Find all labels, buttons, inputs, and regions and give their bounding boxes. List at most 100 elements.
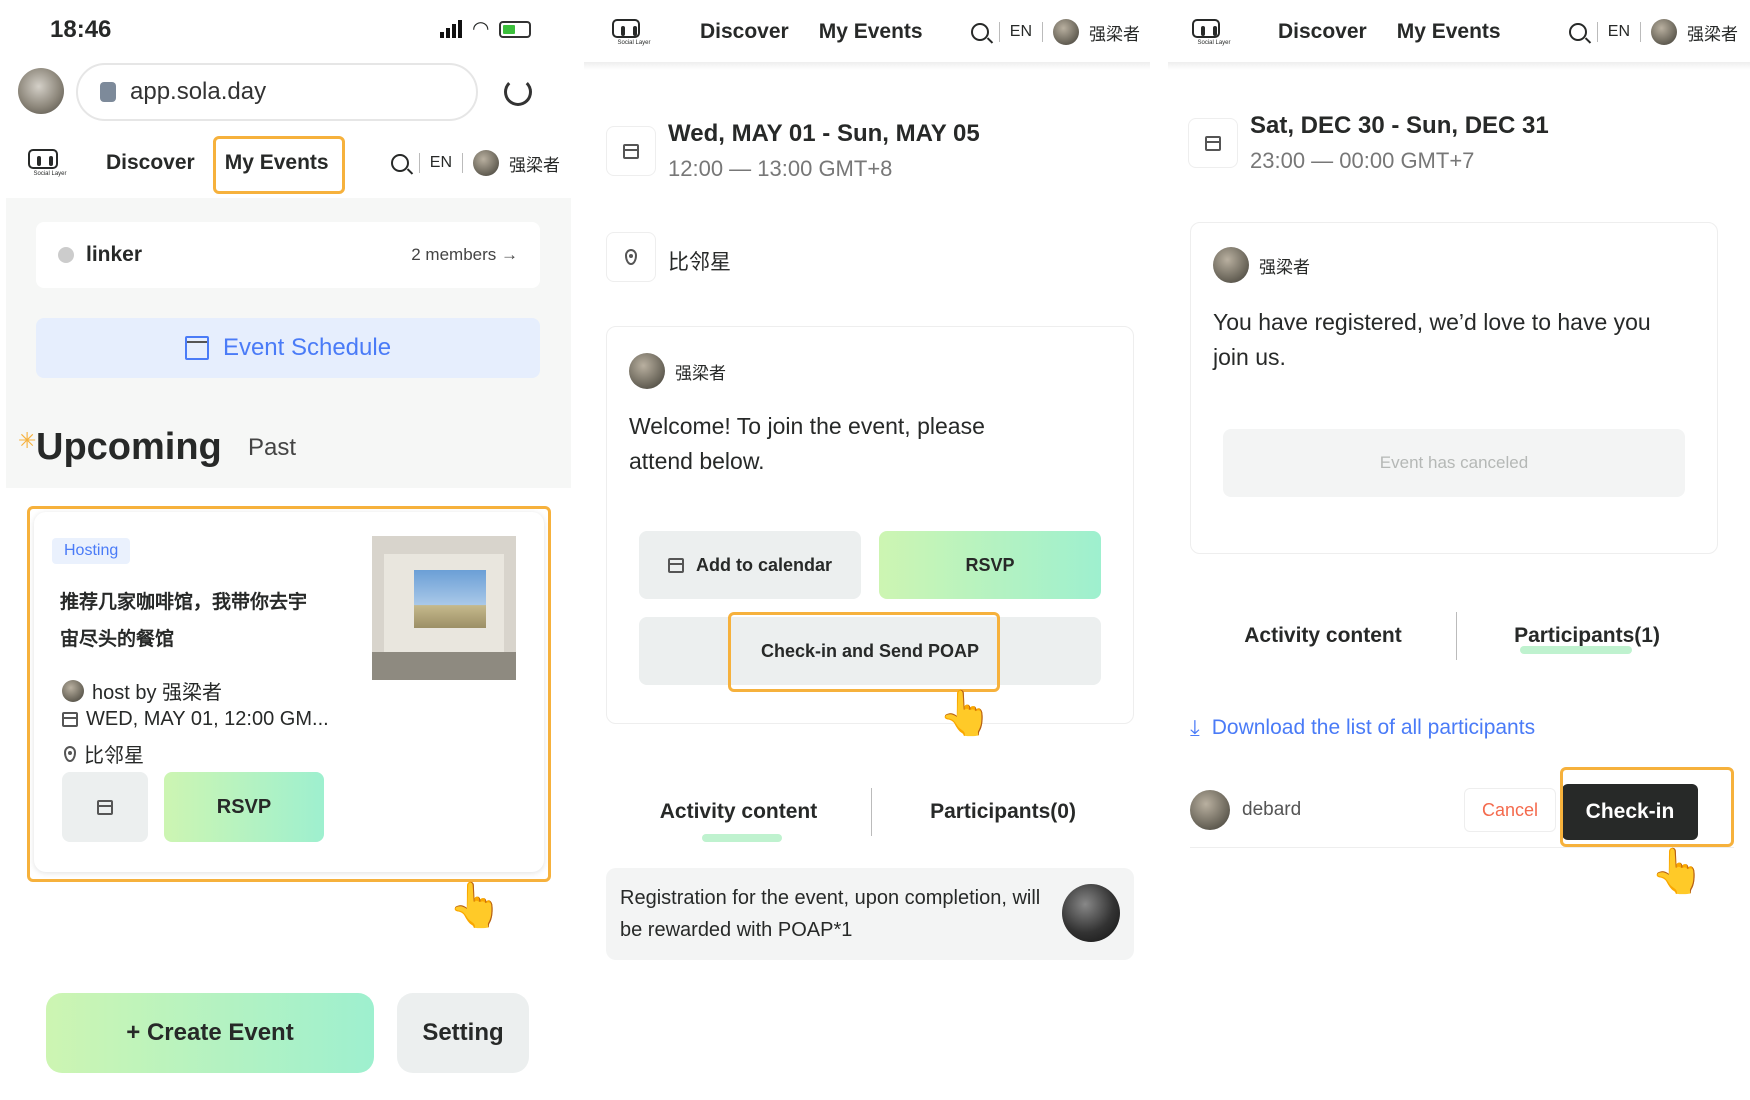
- calendar-icon: [667, 557, 684, 573]
- rsvp-button[interactable]: RSVP: [879, 531, 1101, 599]
- tab-underline: [702, 834, 782, 842]
- nav-discover[interactable]: Discover: [700, 20, 789, 44]
- lang-switch[interactable]: EN: [1608, 23, 1630, 41]
- welcome-text: Welcome! To join the event, please atten…: [629, 413, 985, 474]
- user-avatar[interactable]: [1651, 19, 1677, 45]
- tab-upcoming[interactable]: Upcoming: [36, 426, 222, 469]
- signal-icon: [440, 20, 462, 38]
- app-header: Social Layer Discover My Events EN 强梁者: [1168, 8, 1750, 56]
- nav-my-events[interactable]: My Events: [819, 20, 923, 44]
- registered-message: You have registered, we’d love to have y…: [1213, 309, 1651, 370]
- event-time-range: 12:00 — 13:00 GMT+8: [668, 156, 893, 181]
- nav-discover[interactable]: Discover: [1278, 20, 1367, 44]
- schedule-icon: [184, 336, 209, 360]
- app-logo[interactable]: Social Layer: [1192, 18, 1236, 46]
- user-name[interactable]: 强梁者: [1687, 20, 1738, 45]
- tab-activity-content[interactable]: Activity content: [606, 800, 871, 824]
- highlight-checkin-button: [728, 612, 1000, 692]
- highlight-event-card: [27, 506, 551, 882]
- host-avatar: [629, 353, 665, 389]
- user-name[interactable]: 强梁者: [1089, 20, 1140, 45]
- user-name[interactable]: 强梁者: [509, 151, 560, 176]
- lang-switch[interactable]: EN: [430, 154, 452, 172]
- search-icon[interactable]: [970, 23, 989, 41]
- site-info-icon[interactable]: [100, 82, 116, 102]
- wifi-icon: ◠: [472, 18, 490, 40]
- logo-icon: [28, 149, 58, 169]
- poap-notice-text: Registration for the event, upon complet…: [620, 887, 1041, 941]
- download-participants-link[interactable]: ⤓ Download the list of all participants: [1190, 716, 1535, 740]
- divider: [1640, 22, 1641, 42]
- browser-avatar[interactable]: [18, 68, 64, 114]
- tab-participants[interactable]: Participants(1): [1457, 624, 1717, 648]
- user-avatar[interactable]: [1053, 19, 1079, 45]
- highlight-checkin: [1560, 767, 1734, 847]
- logo-caption: Social Layer: [617, 39, 651, 46]
- mobile-screen-left: 18:46 ◠ app.sola.day Social Layer Discov…: [0, 0, 578, 1100]
- group-card[interactable]: linker 2 members →: [36, 222, 540, 288]
- date-box: [1188, 118, 1238, 168]
- search-icon[interactable]: [1568, 23, 1587, 41]
- header-divider: [1168, 62, 1750, 70]
- create-event-button[interactable]: + Create Event: [46, 993, 374, 1073]
- calendar-icon: [623, 143, 639, 159]
- logo-icon: [1192, 18, 1220, 38]
- add-to-calendar-button[interactable]: Add to calendar: [639, 531, 861, 599]
- group-members-link[interactable]: 2 members →: [411, 245, 518, 265]
- event-schedule-label: Event Schedule: [222, 334, 392, 361]
- logo-icon: [612, 18, 640, 38]
- host-row: 强梁者: [629, 353, 726, 389]
- poap-badge-image: [1062, 884, 1120, 942]
- location-box: [606, 232, 656, 282]
- pointer-hand-icon: 👆: [1650, 847, 1705, 896]
- detail-tabs: Activity content Participants(1): [1190, 608, 1718, 664]
- nav-my-events[interactable]: My Events: [1397, 20, 1501, 44]
- sparkle-icon: ✳: [18, 428, 37, 453]
- add-calendar-label: Add to calendar: [695, 554, 833, 575]
- detail-tabs: Activity content Participants(0): [606, 784, 1134, 840]
- mobile-screen-middle: Social Layer Discover My Events EN 强梁者 W…: [584, 0, 1150, 967]
- setting-button[interactable]: Setting: [397, 993, 529, 1073]
- download-label: Download the list of all participants: [1211, 716, 1536, 739]
- host-name: 强梁者: [675, 363, 726, 383]
- date-box: [606, 126, 656, 176]
- divider: [1042, 22, 1043, 42]
- user-avatar[interactable]: [473, 150, 499, 176]
- url-text: app.sola.day: [130, 78, 267, 105]
- group-avatar: [58, 247, 74, 263]
- app-header: Social Layer Discover My Events EN 强梁者: [584, 8, 1150, 56]
- calendar-icon: [1205, 135, 1221, 151]
- host-row: 强梁者: [1213, 247, 1310, 283]
- mobile-screen-right: Social Layer Discover My Events EN 强梁者 S…: [1168, 0, 1750, 967]
- nav-discover[interactable]: Discover: [106, 151, 195, 175]
- event-time-range: 23:00 — 00:00 GMT+7: [1250, 148, 1475, 173]
- download-icon: ⤓: [1190, 715, 1200, 740]
- pointer-hand-icon: 👆: [448, 881, 503, 930]
- event-date-range: Wed, MAY 01 - Sun, MAY 05: [668, 120, 980, 147]
- pointer-hand-icon: 👆: [938, 689, 993, 738]
- search-icon[interactable]: [390, 154, 409, 172]
- lang-switch[interactable]: EN: [1010, 23, 1032, 41]
- event-canceled-button: Event has canceled: [1223, 429, 1685, 497]
- reload-icon[interactable]: [504, 78, 532, 106]
- tab-past[interactable]: Past: [248, 434, 296, 462]
- highlight-my-events: [213, 136, 345, 194]
- location-pin-icon: [625, 249, 637, 265]
- registered-card: 强梁者 You have registered, we’d love to ha…: [1190, 222, 1718, 554]
- app-logo[interactable]: Social Layer: [612, 18, 656, 46]
- app-logo[interactable]: Social Layer: [28, 149, 72, 177]
- participant-avatar: [1190, 790, 1230, 830]
- tab-underline: [1520, 646, 1632, 654]
- event-schedule-button[interactable]: Event Schedule: [36, 318, 540, 378]
- poap-notice: Registration for the event, upon complet…: [606, 868, 1134, 960]
- divider: [418, 153, 420, 173]
- divider: [1596, 22, 1598, 42]
- header-divider: [584, 62, 1150, 70]
- address-bar[interactable]: app.sola.day: [76, 63, 478, 121]
- tab-participants[interactable]: Participants(0): [872, 800, 1134, 824]
- divider: [462, 153, 463, 173]
- participant-name: debard: [1242, 799, 1302, 820]
- event-date-range: Sat, DEC 30 - Sun, DEC 31: [1250, 112, 1549, 139]
- tab-activity-content[interactable]: Activity content: [1190, 624, 1456, 648]
- cancel-button[interactable]: Cancel: [1464, 788, 1556, 832]
